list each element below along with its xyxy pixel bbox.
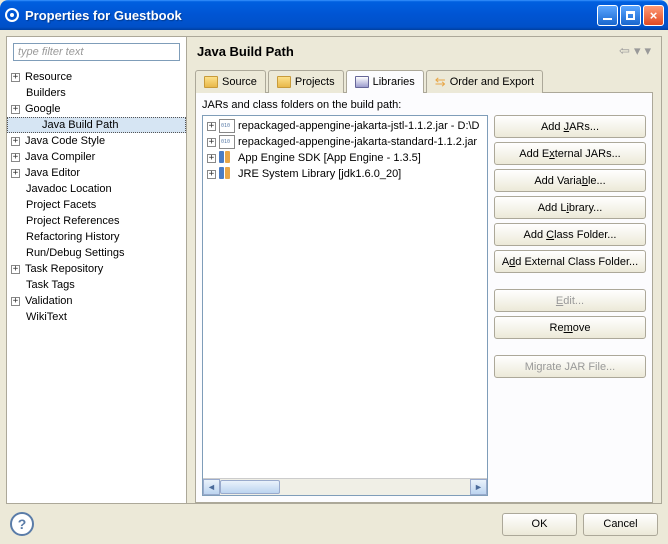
library-item-label: repackaged-appengine-jakarta-jstl-1.1.2.… — [238, 120, 480, 132]
scroll-left-button[interactable]: ◄ — [203, 479, 220, 495]
folder-icon — [277, 76, 291, 88]
nav-item-project-facets[interactable]: Project Facets — [7, 197, 186, 213]
arrow-icon: ⇆ — [435, 74, 446, 90]
forward-icon[interactable]: ▾ — [634, 43, 641, 59]
nav-item-label: Project References — [24, 215, 122, 227]
expand-icon[interactable]: + — [11, 137, 20, 146]
horizontal-scrollbar[interactable]: ◄ ► — [203, 478, 487, 495]
app-icon — [4, 7, 20, 23]
library-item[interactable]: + repackaged-appengine-jakarta-jstl-1.1.2… — [205, 118, 485, 134]
tab-libraries[interactable]: Libraries — [346, 70, 424, 93]
tab-projects[interactable]: Projects — [268, 70, 344, 93]
tab-bar: Source Projects Libraries ⇆Order and Exp… — [195, 69, 653, 92]
nav-item-java-editor[interactable]: +Java Editor — [7, 165, 186, 181]
nav-item-wikitext[interactable]: WikiText — [7, 309, 186, 325]
filter-input[interactable] — [13, 43, 180, 61]
library-item[interactable]: + repackaged-appengine-jakarta-standard-1… — [205, 134, 485, 150]
add-class-folder-button[interactable]: Add Class Folder... — [494, 223, 646, 246]
maximize-button[interactable] — [620, 5, 641, 26]
library-icon — [219, 167, 235, 181]
nav-item-java-compiler[interactable]: +Java Compiler — [7, 149, 186, 165]
nav-item-project-references[interactable]: Project References — [7, 213, 186, 229]
navigation-panel: +ResourceBuilders+GoogleJava Build Path+… — [7, 37, 187, 503]
window-title: Properties for Guestbook — [25, 8, 597, 23]
edit-button[interactable]: Edit... — [494, 289, 646, 312]
expand-icon[interactable]: + — [11, 105, 20, 114]
expand-icon[interactable]: + — [11, 153, 20, 162]
libraries-tree[interactable]: + repackaged-appengine-jakarta-jstl-1.1.2… — [202, 115, 488, 496]
nav-item-resource[interactable]: +Resource — [7, 69, 186, 85]
expand-icon[interactable]: + — [11, 169, 20, 178]
menu-icon[interactable]: ▾ — [644, 43, 651, 59]
nav-item-task-tags[interactable]: Task Tags — [7, 277, 186, 293]
nav-item-validation[interactable]: +Validation — [7, 293, 186, 309]
scroll-right-button[interactable]: ► — [470, 479, 487, 495]
nav-item-label: Java Compiler — [23, 151, 97, 163]
nav-item-label: Java Code Style — [23, 135, 107, 147]
scroll-thumb[interactable] — [220, 480, 280, 494]
library-item-label: JRE System Library [jdk1.6.0_20] — [238, 168, 401, 180]
nav-item-java-build-path[interactable]: Java Build Path — [7, 117, 186, 133]
nav-item-google[interactable]: +Google — [7, 101, 186, 117]
minimize-button[interactable] — [597, 5, 618, 26]
back-icon[interactable]: ⇦ — [619, 43, 630, 59]
expand-icon[interactable]: + — [207, 138, 216, 147]
nav-item-label: Javadoc Location — [24, 183, 114, 195]
add-external-jars-button[interactable]: Add External JARs... — [494, 142, 646, 165]
title-bar: Properties for Guestbook × — [0, 0, 668, 30]
nav-item-label: Run/Debug Settings — [24, 247, 126, 259]
nav-item-label: Java Editor — [23, 167, 82, 179]
tab-order-export[interactable]: ⇆Order and Export — [426, 70, 543, 93]
library-item[interactable]: + JRE System Library [jdk1.6.0_20] — [205, 166, 485, 182]
jar-icon — [355, 76, 369, 88]
nav-item-label: Project Facets — [24, 199, 98, 211]
expand-icon[interactable]: + — [207, 154, 216, 163]
nav-item-refactoring-history[interactable]: Refactoring History — [7, 229, 186, 245]
library-item[interactable]: + App Engine SDK [App Engine - 1.3.5] — [205, 150, 485, 166]
add-external-class-folder-button[interactable]: Add External Class Folder... — [494, 250, 646, 273]
library-item-label: repackaged-appengine-jakarta-standard-1.… — [238, 136, 477, 148]
tab-source[interactable]: Source — [195, 70, 266, 93]
help-button[interactable]: ? — [10, 512, 34, 536]
expand-icon[interactable]: + — [207, 170, 216, 179]
nav-item-label: Builders — [24, 87, 68, 99]
nav-item-label: WikiText — [24, 311, 69, 323]
nav-item-task-repository[interactable]: +Task Repository — [7, 261, 186, 277]
nav-item-builders[interactable]: Builders — [7, 85, 186, 101]
nav-item-label: Java Build Path — [40, 119, 120, 131]
nav-item-label: Google — [23, 103, 62, 115]
nav-item-label: Task Repository — [23, 263, 105, 275]
add-jars-button[interactable]: Add JARs... — [494, 115, 646, 138]
add-variable-button[interactable]: Add Variable... — [494, 169, 646, 192]
library-item-label: App Engine SDK [App Engine - 1.3.5] — [238, 152, 421, 164]
add-library-button[interactable]: Add Library... — [494, 196, 646, 219]
nav-item-label: Validation — [23, 295, 75, 307]
nav-item-run-debug-settings[interactable]: Run/Debug Settings — [7, 245, 186, 261]
nav-item-label: Resource — [23, 71, 74, 83]
jar-file-icon — [219, 135, 235, 149]
page-title: Java Build Path — [197, 44, 615, 59]
library-icon — [219, 151, 235, 165]
ok-button[interactable]: OK — [502, 513, 577, 536]
cancel-button[interactable]: Cancel — [583, 513, 658, 536]
nav-item-java-code-style[interactable]: +Java Code Style — [7, 133, 186, 149]
nav-tree[interactable]: +ResourceBuilders+GoogleJava Build Path+… — [7, 67, 186, 503]
expand-icon[interactable]: + — [11, 73, 20, 82]
migrate-jar-button[interactable]: Migrate JAR File... — [494, 355, 646, 378]
nav-item-javadoc-location[interactable]: Javadoc Location — [7, 181, 186, 197]
expand-icon[interactable]: + — [11, 265, 20, 274]
folder-icon — [204, 76, 218, 88]
section-label: JARs and class folders on the build path… — [202, 99, 646, 111]
remove-button[interactable]: Remove — [494, 316, 646, 339]
nav-item-label: Refactoring History — [24, 231, 122, 243]
expand-icon[interactable]: + — [11, 297, 20, 306]
jar-file-icon — [219, 119, 235, 133]
close-button[interactable]: × — [643, 5, 664, 26]
expand-icon[interactable]: + — [207, 122, 216, 131]
nav-item-label: Task Tags — [24, 279, 77, 291]
